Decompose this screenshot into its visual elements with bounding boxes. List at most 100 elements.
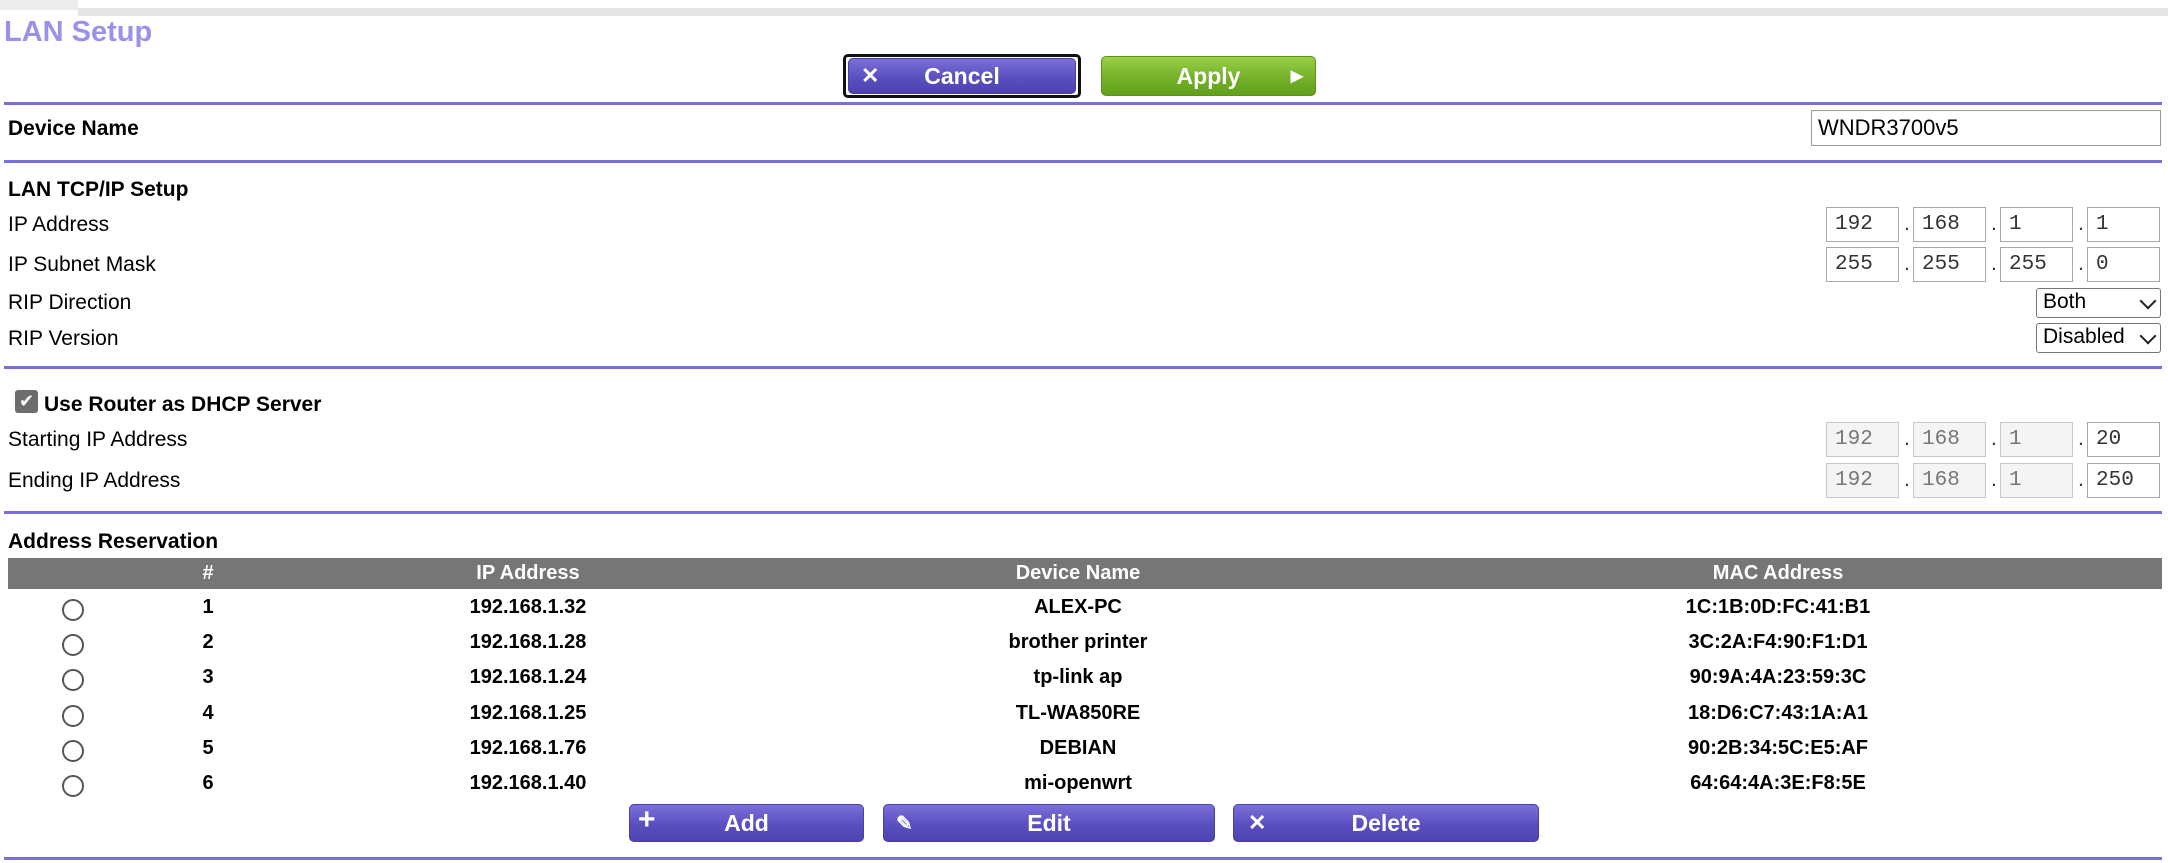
pencil-icon: ✎: [896, 812, 913, 835]
rip-direction-select[interactable]: Both: [2036, 288, 2161, 318]
mask-octet-2[interactable]: 255: [1913, 247, 1986, 282]
cancel-button[interactable]: ✕ Cancel: [848, 58, 1076, 94]
row-mac-address: 90:2B:34:5C:E5:AF: [1687, 737, 1869, 759]
ip-dot: .: [2078, 468, 2084, 491]
divider: [4, 160, 2162, 163]
divider: [4, 511, 2162, 514]
column-header-mac: MAC Address: [1712, 562, 1844, 584]
start-octet-1: 192: [1826, 422, 1899, 457]
ending-ip-label: Ending IP Address: [8, 469, 181, 492]
close-icon: ✕: [861, 63, 880, 88]
delete-label: Delete: [1351, 809, 1421, 836]
row-device-name: DEBIAN: [1039, 737, 1117, 759]
rip-direction-value: Both: [2043, 290, 2087, 313]
ip-dot: .: [1991, 468, 1997, 491]
mask-octet-4[interactable]: 0: [2087, 247, 2160, 282]
ip-dot: .: [1904, 427, 1910, 450]
play-arrow-icon: ▶: [1290, 68, 1303, 85]
ip-octet-3[interactable]: 1: [2000, 207, 2073, 242]
cancel-label: Cancel: [924, 62, 1000, 89]
row-ip-address: 192.168.1.25: [469, 702, 587, 724]
row-number: 4: [202, 702, 214, 724]
mask-octet-3[interactable]: 255: [2000, 247, 2073, 282]
ip-dot: .: [1991, 427, 1997, 450]
table-row[interactable]: 2 192.168.1.28 brother printer 3C:2A:F4:90:…: [8, 631, 2162, 665]
end-octet-2: 168: [1913, 463, 1986, 498]
end-octet-3: 1: [2000, 463, 2073, 498]
table-row[interactable]: 3 192.168.1.24 tp-link ap 90:9A:4A:23:59:3C: [8, 666, 2162, 700]
row-device-name: ALEX-PC: [1034, 596, 1122, 618]
row-ip-address: 192.168.1.28: [469, 631, 587, 653]
row-radio[interactable]: [62, 634, 84, 656]
row-number: 1: [202, 596, 214, 618]
apply-label: Apply: [1176, 62, 1241, 89]
row-number: 5: [202, 737, 214, 759]
row-ip-address: 192.168.1.40: [469, 772, 587, 794]
ip-octet-4[interactable]: 1: [2087, 207, 2160, 242]
add-button[interactable]: + Add: [629, 803, 864, 842]
divider: [4, 857, 2162, 860]
row-radio[interactable]: [62, 705, 84, 727]
table-row[interactable]: 6 192.168.1.40 mi-openwrt 64:64:4A:3E:F8:5E: [8, 772, 2162, 806]
row-mac-address: 1C:1B:0D:FC:41:B1: [1685, 596, 1871, 618]
ip-dot: .: [1904, 468, 1910, 491]
add-label: Add: [724, 809, 769, 836]
row-mac-address: 90:9A:4A:23:59:3C: [1689, 666, 1867, 688]
row-device-name: brother printer: [1008, 631, 1148, 653]
ip-octet-1[interactable]: 192: [1826, 207, 1899, 242]
table-row[interactable]: 1 192.168.1.32 ALEX-PC 1C:1B:0D:FC:41:B1: [8, 596, 2162, 630]
top-strip-corner: [0, 0, 78, 10]
row-mac-address: 3C:2A:F4:90:F1:D1: [1688, 631, 1868, 653]
column-header-number: #: [202, 562, 214, 584]
ip-octet-2[interactable]: 168: [1913, 207, 1986, 242]
starting-ip-label: Starting IP Address: [8, 428, 188, 451]
rip-version-label: RIP Version: [8, 327, 119, 350]
dhcp-checkbox[interactable]: ✔: [15, 390, 38, 413]
rip-version-value: Disabled: [2043, 325, 2125, 348]
row-mac-address: 18:D6:C7:43:1A:A1: [1687, 702, 1869, 724]
column-header-ip: IP Address: [476, 562, 580, 584]
row-radio[interactable]: [62, 740, 84, 762]
table-row[interactable]: 5 192.168.1.76 DEBIAN 90:2B:34:5C:E5:AF: [8, 737, 2162, 771]
device-name-input[interactable]: WNDR3700v5: [1811, 110, 2161, 146]
ip-dot: .: [2078, 427, 2084, 450]
end-octet-4[interactable]: 250: [2087, 463, 2160, 498]
row-ip-address: 192.168.1.32: [469, 596, 587, 618]
ip-address-label: IP Address: [8, 213, 110, 236]
mask-octet-1[interactable]: 255: [1826, 247, 1899, 282]
divider: [4, 366, 2162, 369]
row-radio[interactable]: [62, 599, 84, 621]
start-octet-4[interactable]: 20: [2087, 422, 2160, 457]
page-title: LAN Setup: [4, 16, 153, 48]
column-header-device-name: Device Name: [1015, 562, 1141, 584]
table-row[interactable]: 4 192.168.1.25 TL-WA850RE 18:D6:C7:43:1A:A1: [8, 702, 2162, 736]
top-strip: [0, 0, 2168, 16]
row-ip-address: 192.168.1.24: [469, 666, 587, 688]
rip-version-select[interactable]: Disabled: [2036, 323, 2161, 353]
end-octet-1: 192: [1826, 463, 1899, 498]
divider: [4, 102, 2162, 105]
subnet-mask-label: IP Subnet Mask: [8, 253, 156, 276]
device-name-label: Device Name: [8, 117, 139, 140]
row-number: 2: [202, 631, 214, 653]
ip-dot: .: [1904, 212, 1910, 235]
ip-dot: .: [1991, 252, 1997, 275]
apply-button[interactable]: Apply ▶: [1101, 56, 1316, 96]
ip-dot: .: [2078, 252, 2084, 275]
close-icon: ✕: [1248, 810, 1267, 835]
row-device-name: tp-link ap: [1033, 666, 1123, 688]
dhcp-label: Use Router as DHCP Server: [44, 393, 322, 416]
rip-direction-label: RIP Direction: [8, 291, 132, 314]
start-octet-2: 168: [1913, 422, 1986, 457]
row-radio[interactable]: [62, 669, 84, 691]
edit-button[interactable]: ✎ Edit: [883, 804, 1215, 842]
row-mac-address: 64:64:4A:3E:F8:5E: [1690, 772, 1866, 794]
plus-icon: +: [638, 803, 656, 836]
row-number: 3: [202, 666, 214, 688]
row-radio[interactable]: [62, 775, 84, 797]
start-octet-3: 1: [2000, 422, 2073, 457]
row-number: 6: [202, 772, 214, 794]
ip-dot: .: [2078, 212, 2084, 235]
delete-button[interactable]: ✕ Delete: [1233, 804, 1539, 842]
top-strip-bar: [78, 8, 2168, 16]
